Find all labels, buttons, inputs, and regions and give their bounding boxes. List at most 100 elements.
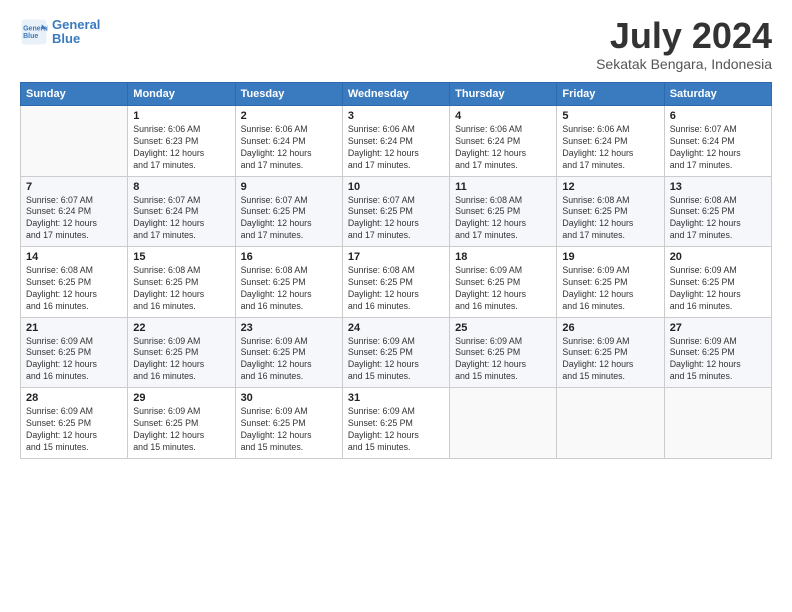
- week-row-3: 14Sunrise: 6:08 AM Sunset: 6:25 PM Dayli…: [21, 247, 772, 318]
- day-cell: 20 Sunrise: 6:09 AM Sunset: 6:25 PM Dayli…: [664, 247, 771, 318]
- day-cell: 11 Sunrise: 6:08 AM Sunset: 6:25 PM Dayli…: [450, 176, 557, 247]
- svg-text:General: General: [23, 26, 48, 33]
- day-cell: [557, 388, 664, 459]
- day-cell: 8 Sunrise: 6:07 AM Sunset: 6:24 PM Daylig…: [128, 176, 235, 247]
- day-number: 12: [562, 181, 658, 193]
- day-info: Sunrise: 6:09 AM Sunset: 6:25 PM Dayligh…: [241, 406, 337, 454]
- day-cell: 9Sunrise: 6:07 AM Sunset: 6:25 PM Daylig…: [235, 176, 342, 247]
- header-day-friday: Friday: [557, 83, 664, 106]
- logo: General Blue General Blue: [20, 18, 100, 47]
- day-info: Sunrise: 6:09 AM Sunset: 6:25 PM Dayligh…: [133, 336, 229, 384]
- week-row-1: 1 Sunrise: 6:06 AM Sunset: 6:23 PM Daylig…: [21, 106, 772, 177]
- day-number: 16: [241, 251, 337, 263]
- svg-text:Blue: Blue: [23, 34, 38, 41]
- day-number: 20: [670, 251, 766, 263]
- day-info: Sunrise: 6:09 AM Sunset: 6:25 PM Dayligh…: [348, 406, 444, 454]
- month-title: July 2024: [596, 18, 772, 54]
- day-number: 26: [562, 322, 658, 334]
- day-cell: 4 Sunrise: 6:06 AM Sunset: 6:24 PM Daylig…: [450, 106, 557, 177]
- day-number: 27: [670, 322, 766, 334]
- day-info: Sunrise: 6:07 AM Sunset: 6:25 PM Dayligh…: [241, 195, 337, 243]
- header-day-sunday: Sunday: [21, 83, 128, 106]
- day-number: 24: [348, 322, 444, 334]
- day-number: 23: [241, 322, 337, 334]
- day-info: Sunrise: 6:07 AM Sunset: 6:25 PM Dayligh…: [348, 195, 444, 243]
- header-day-wednesday: Wednesday: [342, 83, 449, 106]
- day-number: 8: [133, 181, 229, 193]
- day-number: 11: [455, 181, 551, 193]
- day-number: 4: [455, 110, 551, 122]
- day-number: 19: [562, 251, 658, 263]
- day-info: Sunrise: 6:06 AM Sunset: 6:23 PM Dayligh…: [133, 124, 229, 172]
- day-cell: 29 Sunrise: 6:09 AM Sunset: 6:25 PM Dayli…: [128, 388, 235, 459]
- day-number: 2: [241, 110, 337, 122]
- day-cell: 31 Sunrise: 6:09 AM Sunset: 6:25 PM Dayli…: [342, 388, 449, 459]
- day-cell: 24 Sunrise: 6:09 AM Sunset: 6:25 PM Dayli…: [342, 317, 449, 388]
- header-day-tuesday: Tuesday: [235, 83, 342, 106]
- day-cell: 16 Sunrise: 6:08 AM Sunset: 6:25 PM Dayli…: [235, 247, 342, 318]
- title-block: July 2024 Sekatak Bengara, Indonesia: [596, 18, 772, 72]
- day-info: Sunrise: 6:07 AM Sunset: 6:24 PM Dayligh…: [26, 195, 122, 243]
- day-info: Sunrise: 6:06 AM Sunset: 6:24 PM Dayligh…: [455, 124, 551, 172]
- day-cell: 21Sunrise: 6:09 AM Sunset: 6:25 PM Dayli…: [21, 317, 128, 388]
- day-info: Sunrise: 6:09 AM Sunset: 6:25 PM Dayligh…: [133, 406, 229, 454]
- day-number: 21: [26, 322, 122, 334]
- day-cell: [21, 106, 128, 177]
- location-subtitle: Sekatak Bengara, Indonesia: [596, 56, 772, 72]
- day-number: 22: [133, 322, 229, 334]
- day-number: 17: [348, 251, 444, 263]
- day-number: 10: [348, 181, 444, 193]
- day-cell: 30 Sunrise: 6:09 AM Sunset: 6:25 PM Dayli…: [235, 388, 342, 459]
- day-number: 29: [133, 392, 229, 404]
- day-cell: [450, 388, 557, 459]
- day-info: Sunrise: 6:08 AM Sunset: 6:25 PM Dayligh…: [562, 195, 658, 243]
- day-number: 5: [562, 110, 658, 122]
- day-cell: 18 Sunrise: 6:09 AM Sunset: 6:25 PM Dayli…: [450, 247, 557, 318]
- day-cell: 7 Sunrise: 6:07 AM Sunset: 6:24 PM Daylig…: [21, 176, 128, 247]
- day-number: 15: [133, 251, 229, 263]
- day-cell: 26 Sunrise: 6:09 AM Sunset: 6:25 PM Dayli…: [557, 317, 664, 388]
- day-info: Sunrise: 6:08 AM Sunset: 6:25 PM Dayligh…: [455, 195, 551, 243]
- day-number: 7: [26, 181, 122, 193]
- day-info: Sunrise: 6:07 AM Sunset: 6:24 PM Dayligh…: [670, 124, 766, 172]
- day-number: 30: [241, 392, 337, 404]
- day-cell: 22 Sunrise: 6:09 AM Sunset: 6:25 PM Dayli…: [128, 317, 235, 388]
- logo-line2: Blue: [52, 31, 80, 46]
- day-info: Sunrise: 6:07 AM Sunset: 6:24 PM Dayligh…: [133, 195, 229, 243]
- day-info: Sunrise: 6:09 AM Sunset: 6:25 PM Dayligh…: [241, 336, 337, 384]
- day-cell: 28Sunrise: 6:09 AM Sunset: 6:25 PM Dayli…: [21, 388, 128, 459]
- day-info: Sunrise: 6:08 AM Sunset: 6:25 PM Dayligh…: [241, 265, 337, 313]
- day-cell: 1 Sunrise: 6:06 AM Sunset: 6:23 PM Daylig…: [128, 106, 235, 177]
- day-info: Sunrise: 6:09 AM Sunset: 6:25 PM Dayligh…: [455, 265, 551, 313]
- day-number: 18: [455, 251, 551, 263]
- page-header: General Blue General Blue July 2024 Seka…: [20, 18, 772, 72]
- day-cell: 13 Sunrise: 6:08 AM Sunset: 6:25 PM Dayli…: [664, 176, 771, 247]
- day-info: Sunrise: 6:06 AM Sunset: 6:24 PM Dayligh…: [348, 124, 444, 172]
- day-number: 1: [133, 110, 229, 122]
- day-info: Sunrise: 6:06 AM Sunset: 6:24 PM Dayligh…: [562, 124, 658, 172]
- day-cell: 27Sunrise: 6:09 AM Sunset: 6:25 PM Dayli…: [664, 317, 771, 388]
- day-cell: 23 Sunrise: 6:09 AM Sunset: 6:25 PM Dayli…: [235, 317, 342, 388]
- day-info: Sunrise: 6:09 AM Sunset: 6:25 PM Dayligh…: [348, 336, 444, 384]
- day-info: Sunrise: 6:08 AM Sunset: 6:25 PM Dayligh…: [670, 195, 766, 243]
- day-cell: 2 Sunrise: 6:06 AM Sunset: 6:24 PM Daylig…: [235, 106, 342, 177]
- day-cell: 6Sunrise: 6:07 AM Sunset: 6:24 PM Daylig…: [664, 106, 771, 177]
- day-info: Sunrise: 6:09 AM Sunset: 6:25 PM Dayligh…: [26, 406, 122, 454]
- calendar-table: SundayMondayTuesdayWednesdayThursdayFrid…: [20, 82, 772, 459]
- day-number: 13: [670, 181, 766, 193]
- week-row-4: 21 Sunrise: 6:09 AM Sunset: 6:25 PM Dayli…: [21, 317, 772, 388]
- day-cell: 12 Sunrise: 6:08 AM Sunset: 6:25 PM Dayli…: [557, 176, 664, 247]
- logo-icon: General Blue: [20, 18, 48, 46]
- day-cell: 10 Sunrise: 6:07 AM Sunset: 6:25 PM Dayli…: [342, 176, 449, 247]
- day-cell: 17Sunrise: 6:08 AM Sunset: 6:25 PM Dayli…: [342, 247, 449, 318]
- day-info: Sunrise: 6:09 AM Sunset: 6:25 PM Dayligh…: [670, 265, 766, 313]
- day-cell: 15 Sunrise: 6:08 AM Sunset: 6:25 PM Dayli…: [128, 247, 235, 318]
- day-cell: [664, 388, 771, 459]
- day-info: Sunrise: 6:06 AM Sunset: 6:24 PM Dayligh…: [241, 124, 337, 172]
- day-info: Sunrise: 6:08 AM Sunset: 6:25 PM Dayligh…: [133, 265, 229, 313]
- day-info: Sunrise: 6:08 AM Sunset: 6:25 PM Dayligh…: [26, 265, 122, 313]
- day-number: 31: [348, 392, 444, 404]
- day-info: Sunrise: 6:09 AM Sunset: 6:25 PM Dayligh…: [562, 336, 658, 384]
- day-number: 3: [348, 110, 444, 122]
- day-cell: 25Sunrise: 6:09 AM Sunset: 6:25 PM Dayli…: [450, 317, 557, 388]
